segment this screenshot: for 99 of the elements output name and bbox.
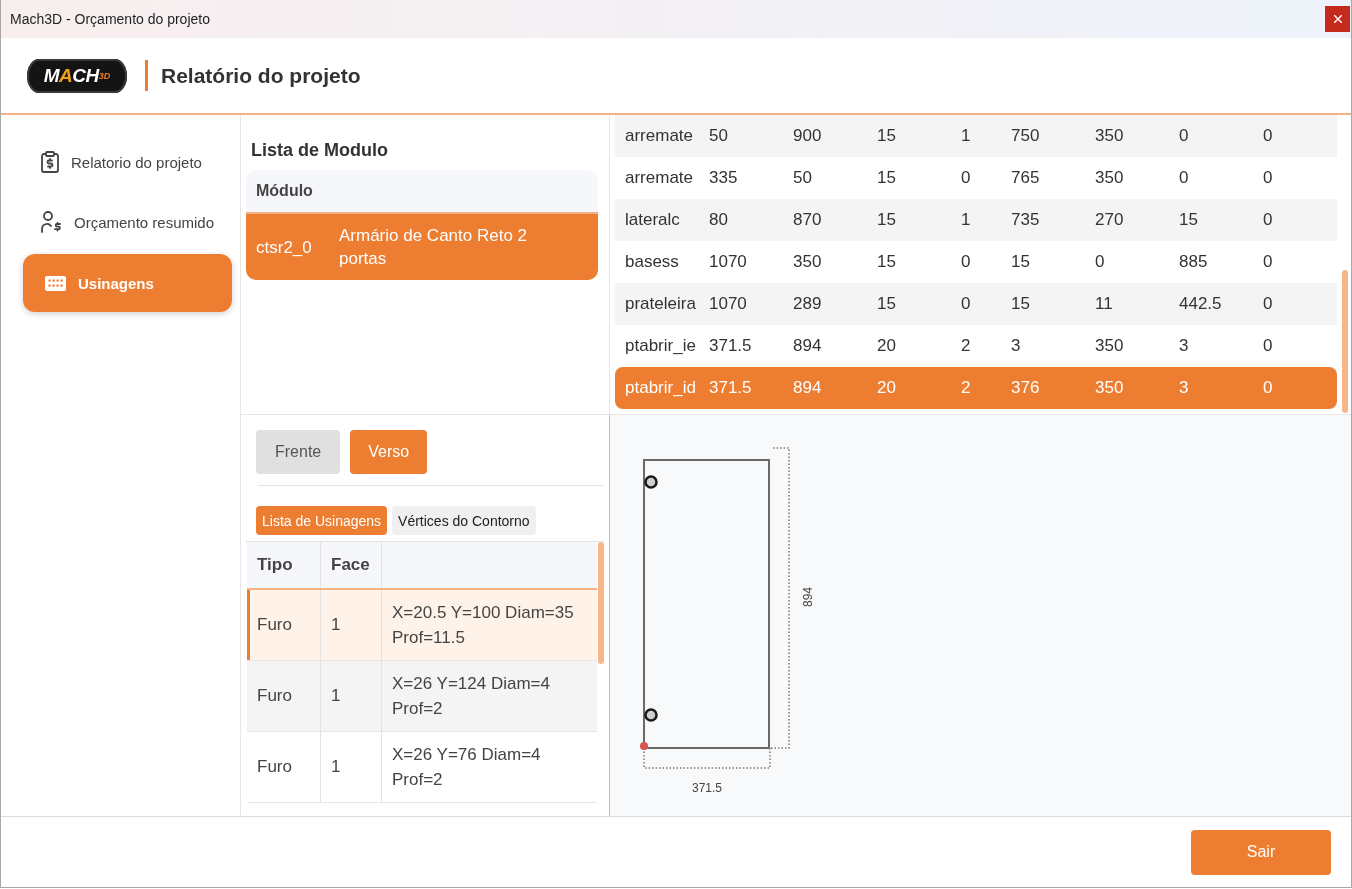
table-cell: Furo: [247, 732, 321, 802]
table-cell-text: 2: [961, 336, 972, 356]
table-cell-text: 335: [709, 168, 739, 188]
table-cell-text: 750: [1011, 126, 1041, 146]
table-cell-text: 15: [1011, 294, 1031, 314]
face-button[interactable]: Frente: [256, 430, 341, 474]
table-cell-text: 289: [793, 294, 823, 314]
table-cell-text: 0: [1263, 336, 1274, 356]
table-cell-text: 894: [793, 336, 823, 356]
scrollbar-thumb[interactable]: [1342, 270, 1348, 413]
column-header: Face: [321, 542, 382, 588]
table-cell-text: 11: [1095, 294, 1114, 314]
table-cell-text: 15: [877, 252, 897, 272]
table-row[interactable]: Furo 1 X=26 Y=76 Diam=4 Prof=2: [247, 732, 597, 803]
table-cell-text: 20: [877, 378, 897, 398]
sidebar-item[interactable]: Orçamento resumido: [23, 194, 232, 250]
table-cell-text: 0: [961, 294, 972, 314]
close-icon: [1333, 15, 1342, 23]
table-cell-text: basess: [625, 252, 680, 272]
table-cell-text: 0: [1263, 168, 1274, 188]
table-cell-text: 15: [877, 126, 897, 146]
table-row[interactable]: Furo 1 X=26 Y=124 Diam=4 Prof=2: [247, 661, 597, 732]
table-cell-text: ptabrir_id: [625, 378, 697, 398]
dimension-label: 371.5: [692, 781, 722, 795]
table-cell-text: 20: [877, 336, 897, 356]
table-row[interactable]: arremate 50 900 15 1 750 350 0 0: [615, 115, 1337, 157]
table-cell-text: ctsr2_0: [256, 236, 313, 259]
table-cell: 1: [321, 590, 382, 660]
table-cell-text: 376: [1011, 378, 1041, 398]
table-cell-text: 0: [1095, 252, 1106, 272]
table-cell-text: 3: [1179, 336, 1190, 356]
table-cell-text: 2: [961, 378, 972, 398]
table-cell-text: Armário de Canto Reto 2 portas: [339, 225, 529, 270]
table-cell-text: 1: [961, 210, 972, 230]
table-cell-text: 80: [709, 210, 729, 230]
table-cell-text: 735: [1011, 210, 1041, 230]
table-cell-text: 50: [709, 126, 729, 146]
page-title: Relatório do projeto: [161, 63, 361, 88]
table-cell: 1: [321, 732, 382, 802]
table-cell-text: 371.5: [709, 378, 753, 398]
user-dollar-icon: [41, 211, 62, 233]
table-cell-text: prateleira: [625, 294, 697, 314]
table-cell-text: 765: [1011, 168, 1041, 188]
table-cell-text: 1070: [709, 252, 748, 272]
table-cell-text: 371.5: [709, 336, 753, 356]
table-row[interactable]: Furo 1 X=20.5 Y=100 Diam=35 Prof=11.5: [247, 590, 597, 661]
table-cell-text: 0: [1263, 378, 1274, 398]
table-cell-text: 15: [877, 210, 897, 230]
table-cell-text: 894: [793, 378, 823, 398]
table-cell-text: X=20.5 Y=100 Diam=35 Prof=11.5: [391, 602, 575, 649]
table-cell-text: lateralc: [625, 210, 681, 230]
table-cell-text: 0: [1263, 126, 1274, 146]
keyboard-icon: [45, 275, 66, 291]
column-header: Tipo: [247, 542, 321, 588]
table-cell-text: arremate: [625, 126, 695, 146]
table-cell-text: 3: [1011, 336, 1022, 356]
table-cell-text: 442.5: [1179, 294, 1223, 314]
table-cell-text: 0: [1263, 252, 1274, 272]
table-cell-text: 0: [961, 168, 972, 188]
table-cell-text: 50: [793, 168, 813, 188]
table-cell-text: X=26 Y=124 Diam=4 Prof=2: [391, 673, 551, 720]
table-cell-text: 350: [793, 252, 823, 272]
table-row[interactable]: lateralc 80 870 15 1 735 270 15 0: [615, 199, 1337, 241]
table-row[interactable]: prateleira 1070 289 15 0 15 11 442.5 0: [615, 283, 1337, 325]
table-cell-text: 870: [793, 210, 823, 230]
table-cell-text: 270: [1095, 210, 1125, 230]
table-cell-text: 350: [1095, 336, 1125, 356]
table-cell-text: 0: [1263, 294, 1274, 314]
table-cell-text: 1070: [709, 294, 748, 314]
sidebar-item[interactable]: Relatorio do projeto: [23, 134, 232, 190]
clipboard-dollar-icon: [41, 151, 59, 173]
close-button[interactable]: [1325, 6, 1350, 32]
table-cell-text: 0: [1263, 210, 1274, 230]
table-cell-text: 350: [1095, 378, 1125, 398]
table-cell-text: ptabrir_ie: [625, 336, 697, 356]
window-title: Mach3D - Orçamento do projeto: [10, 11, 210, 27]
table-cell-text: 15: [1179, 210, 1199, 230]
table-cell-text: 900: [793, 126, 823, 146]
tab[interactable]: Vértices do Contorno: [392, 506, 536, 535]
table-cell-text: 15: [877, 294, 897, 314]
table-cell-text: 350: [1095, 168, 1125, 188]
table-cell-text: 3: [1179, 378, 1190, 398]
table-cell-text: 15: [1011, 252, 1031, 272]
dimension-label: 894: [801, 587, 815, 607]
table-cell-text: 0: [1179, 168, 1190, 188]
scrollbar-thumb[interactable]: [598, 542, 604, 664]
table-cell: Furo: [247, 661, 321, 731]
table-cell-text: 0: [1179, 126, 1190, 146]
column-header: Módulo: [246, 170, 598, 214]
table-cell: Furo: [247, 590, 321, 660]
table-cell-text: X=26 Y=76 Diam=4 Prof=2: [391, 744, 542, 791]
table-cell-text: arremate: [625, 168, 695, 188]
table-cell-text: 0: [961, 252, 972, 272]
table-cell-text: 350: [1095, 126, 1125, 146]
table-cell-text: 15: [877, 168, 897, 188]
table-cell-text: 1: [961, 126, 972, 146]
section-title: Lista de Modulo: [251, 139, 389, 161]
table-cell-text: 885: [1179, 252, 1209, 272]
table-cell: 1: [321, 661, 382, 731]
